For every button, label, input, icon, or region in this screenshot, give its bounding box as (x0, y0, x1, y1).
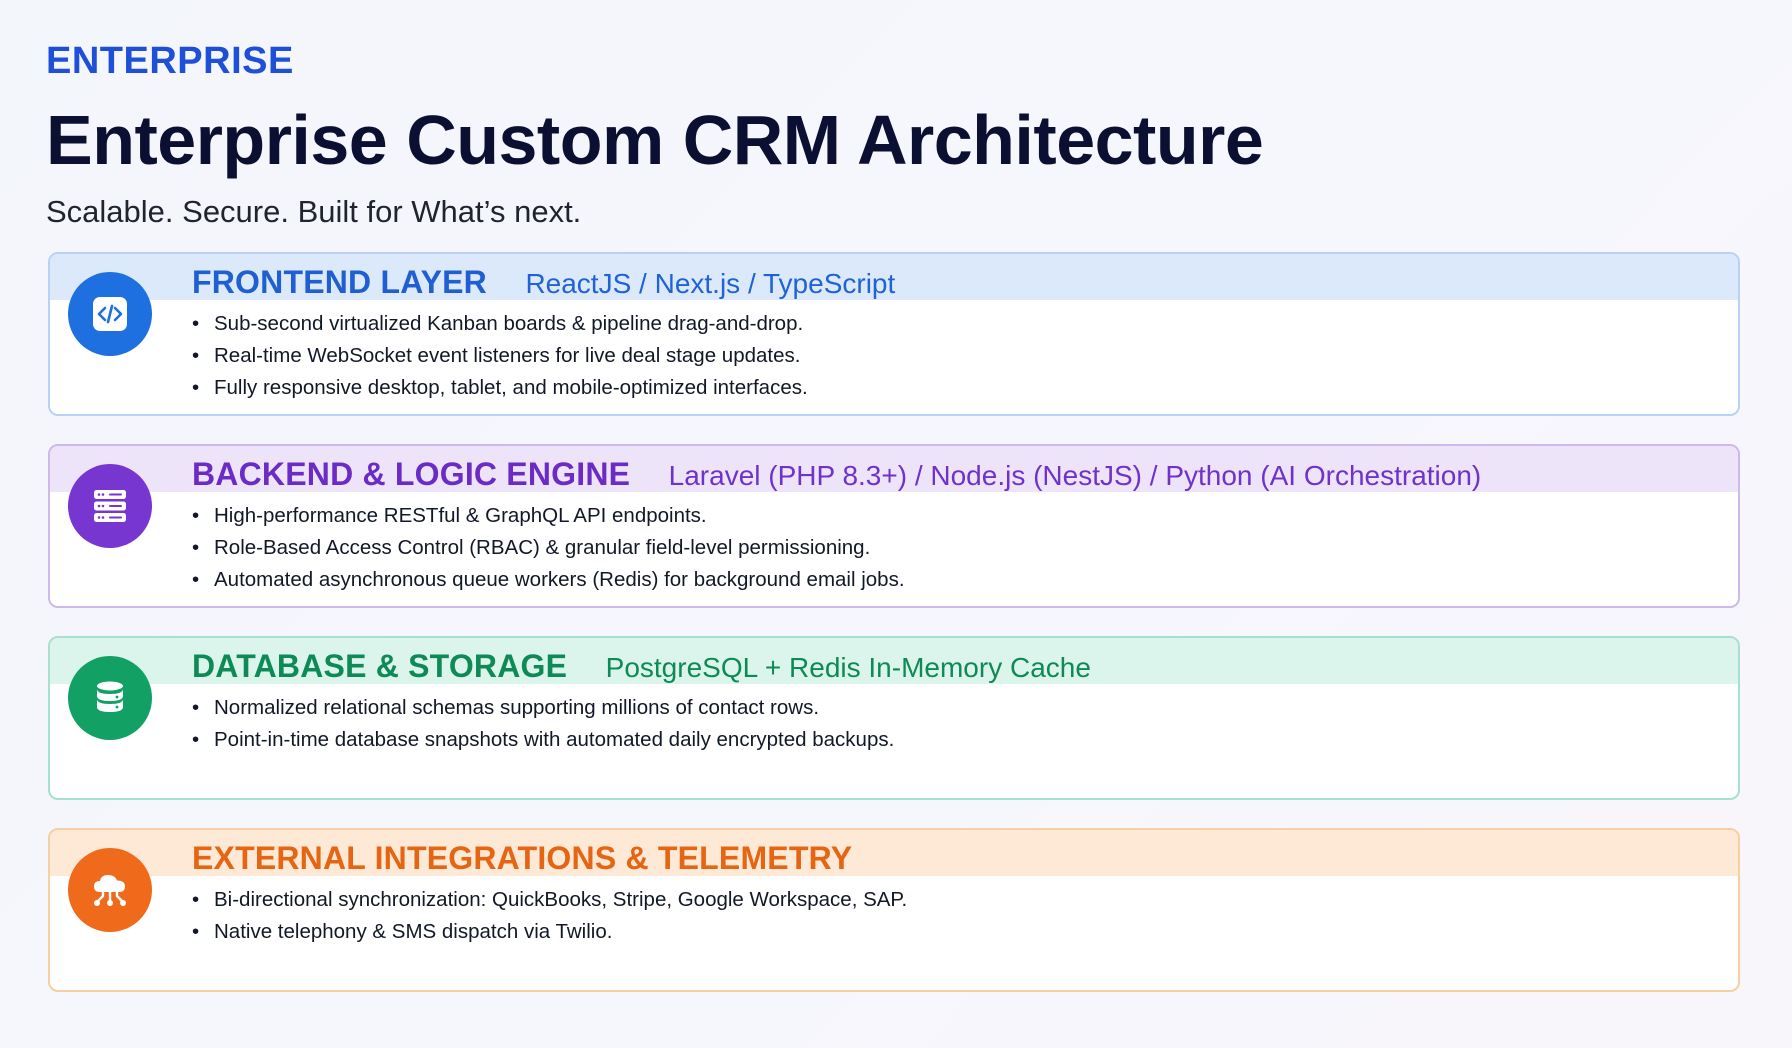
list-item: • Normalized relational schemas supportin… (192, 696, 820, 719)
list-item-text: Fully responsive desktop, tablet, and mo… (214, 376, 808, 399)
layer-heading: EXTERNAL INTEGRATIONS & TELEMETRY (192, 840, 853, 876)
database-layer-card: DATABASE & STORAGE PostgreSQL + Redis In… (48, 636, 1740, 800)
layer-heading: DATABASE & STORAGE (192, 648, 568, 684)
list-item: • Point-in-time database snapshots with a… (192, 728, 895, 751)
page-subtitle: Scalable. Secure. Built for What’s next. (46, 194, 582, 229)
card-heading-row: EXTERNAL INTEGRATIONS & TELEMETRY (192, 840, 852, 876)
feature-list: • Normalized relational schemas supportin… (192, 692, 894, 756)
code-icon (68, 272, 152, 356)
feature-list: • High-performance RESTful & GraphQL API … (192, 500, 905, 596)
list-item: • Automated asynchronous queue workers (R… (192, 568, 905, 591)
list-item-text: High-performance RESTful & GraphQL API e… (214, 504, 707, 527)
page-title: Enterprise Custom CRM Architecture (46, 101, 1264, 179)
layer-tech-stack: PostgreSQL + Redis In-Memory Cache (605, 652, 1091, 683)
card-heading-row: BACKEND & LOGIC ENGINE Laravel (PHP 8.3+… (192, 456, 1481, 492)
list-item: • High-performance RESTful & GraphQL API … (192, 504, 707, 527)
list-item: • Real-time WebSocket event listeners for… (192, 344, 801, 367)
external-integrations-card: EXTERNAL INTEGRATIONS & TELEMETRY • Bi-di… (48, 828, 1740, 992)
list-item-text: Role-Based Access Control (RBAC) & granu… (214, 536, 871, 559)
list-item: • Role-Based Access Control (RBAC) & gran… (192, 536, 871, 559)
list-item-text: Real-time WebSocket event listeners for … (214, 344, 801, 367)
list-item-text: Normalized relational schemas supporting… (214, 696, 820, 719)
list-item: • Native telephony & SMS dispatch via Twi… (192, 920, 613, 943)
list-item: • Sub-second virtualized Kanban boards & … (192, 312, 804, 335)
cloud-network-icon (68, 848, 152, 932)
list-item: • Bi-directional synchronization: QuickBo… (192, 888, 908, 911)
list-item-text: Automated asynchronous queue workers (Re… (214, 568, 905, 591)
card-heading-row: FRONTEND LAYER ReactJS / Next.js / TypeS… (192, 264, 895, 300)
list-item-text: Native telephony & SMS dispatch via Twil… (214, 920, 613, 943)
frontend-layer-card: FRONTEND LAYER ReactJS / Next.js / TypeS… (48, 252, 1740, 416)
layer-tech-stack: ReactJS / Next.js / TypeScript (525, 268, 896, 299)
eyebrow-label: ENTERPRISE (46, 40, 294, 82)
layer-tech-stack: Laravel (PHP 8.3+) / Node.js (NestJS) / … (668, 460, 1482, 491)
list-item-text: Sub-second virtualized Kanban boards & p… (214, 312, 804, 335)
feature-list: • Bi-directional synchronization: QuickBo… (192, 884, 907, 948)
list-item: • Fully responsive desktop, tablet, and m… (192, 376, 808, 399)
feature-list: • Sub-second virtualized Kanban boards & … (192, 308, 808, 404)
list-item-text: Point-in-time database snapshots with au… (214, 728, 895, 751)
database-icon (68, 656, 152, 740)
layer-heading: BACKEND & LOGIC ENGINE (192, 456, 631, 492)
layer-heading: FRONTEND LAYER (192, 264, 487, 300)
server-icon (68, 464, 152, 548)
list-item-text: Bi-directional synchronization: QuickBoo… (214, 888, 908, 911)
backend-layer-card: BACKEND & LOGIC ENGINE Laravel (PHP 8.3+… (48, 444, 1740, 608)
card-heading-row: DATABASE & STORAGE PostgreSQL + Redis In… (192, 648, 1091, 684)
